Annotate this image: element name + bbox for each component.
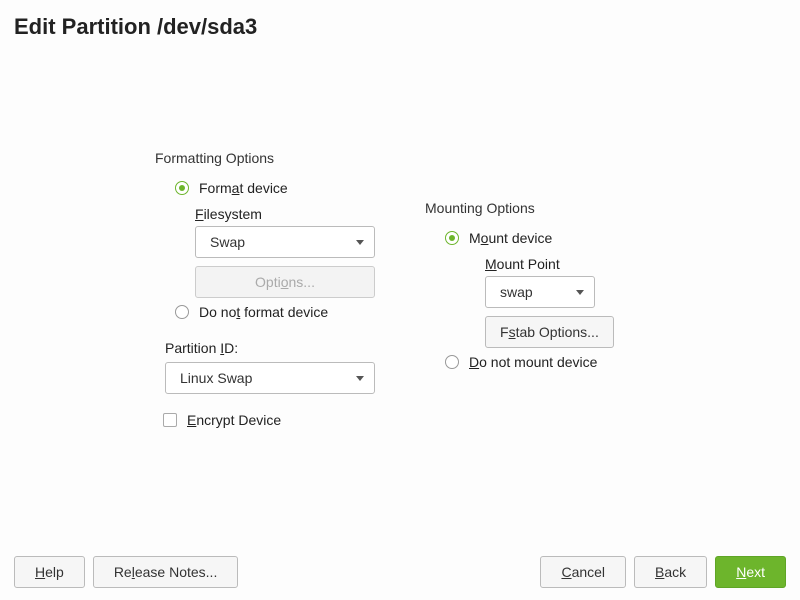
radio-unselected-icon [175,305,189,319]
filesystem-select[interactable]: Swap [195,226,375,258]
partition-id-select[interactable]: Linux Swap [165,362,375,394]
partition-id-value: Linux Swap [180,370,252,386]
format-device-label: Format device [199,180,288,196]
chevron-down-icon [356,240,364,245]
no-mount-radio[interactable]: Do not mount device [445,354,614,370]
mount-point-label: Mount Point [485,256,614,272]
no-format-label: Do not format device [199,304,328,320]
mount-device-radio[interactable]: Mount device [445,230,614,246]
mounting-header: Mounting Options [425,200,614,216]
footer-left: Help Release Notes... [14,556,238,588]
fstab-options-button[interactable]: Fstab Options... [485,316,614,348]
page-title: Edit Partition /dev/sda3 [0,0,800,40]
encrypt-device-checkbox[interactable]: Encrypt Device [163,412,375,428]
radio-selected-icon [445,231,459,245]
formatting-header: Formatting Options [155,150,375,166]
back-button[interactable]: Back [634,556,707,588]
cancel-button[interactable]: Cancel [540,556,626,588]
partition-id-label: Partition ID: [165,340,375,356]
radio-unselected-icon [445,355,459,369]
no-mount-label: Do not mount device [469,354,597,370]
radio-selected-icon [175,181,189,195]
chevron-down-icon [576,290,584,295]
filesystem-label: Filesystem [195,206,375,222]
footer-right: Cancel Back Next [540,556,786,588]
checkbox-unchecked-icon [163,413,177,427]
mount-device-label: Mount device [469,230,552,246]
next-button[interactable]: Next [715,556,786,588]
no-format-radio[interactable]: Do not format device [175,304,375,320]
formatting-section: Formatting Options Format device Filesys… [155,150,375,432]
release-notes-button[interactable]: Release Notes... [93,556,239,588]
main-content: Formatting Options Format device Filesys… [155,150,770,432]
encrypt-label: Encrypt Device [187,412,281,428]
format-device-radio[interactable]: Format device [175,180,375,196]
mounting-section: Mounting Options Mount device Mount Poin… [425,200,614,432]
filesystem-options-button: Options... [195,266,375,298]
footer-bar: Help Release Notes... Cancel Back Next [14,556,786,588]
chevron-down-icon [356,376,364,381]
mount-point-select[interactable]: swap [485,276,595,308]
mount-point-value: swap [500,284,533,300]
filesystem-value: Swap [210,234,245,250]
help-button[interactable]: Help [14,556,85,588]
